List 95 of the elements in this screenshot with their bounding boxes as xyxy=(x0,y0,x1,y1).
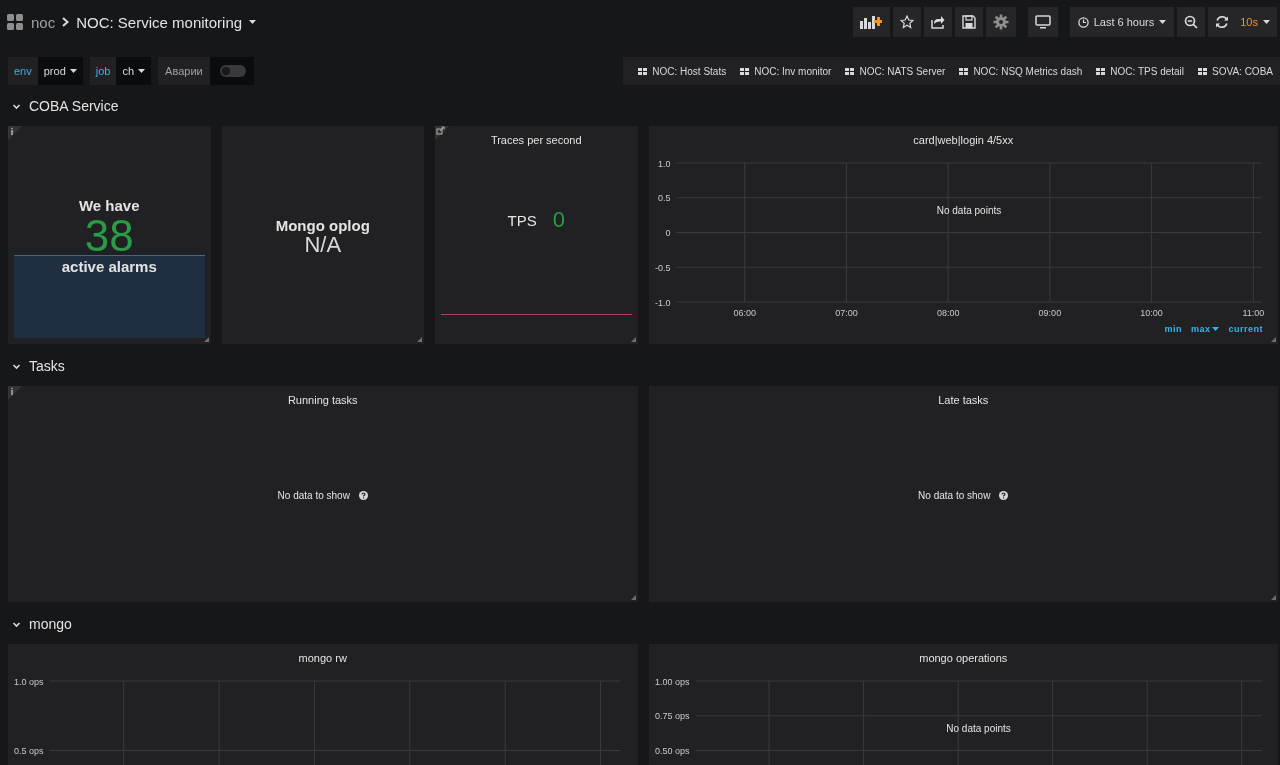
save-icon xyxy=(961,15,976,29)
x-axis-label: 06:00 xyxy=(732,308,756,318)
variable-dropdown[interactable]: prod xyxy=(37,57,83,85)
star-icon xyxy=(899,15,914,29)
toggle-switch[interactable] xyxy=(219,65,246,77)
caret-down-icon xyxy=(69,69,77,73)
help-icon[interactable] xyxy=(358,490,368,500)
stat-value: 38 xyxy=(84,214,134,258)
folder-link[interactable]: noc xyxy=(31,13,56,31)
x-axis-label: 08:00 xyxy=(936,308,959,318)
y-axis-label: 0.5 xyxy=(657,193,670,204)
panel-title[interactable]: Traces per second xyxy=(490,134,582,146)
stat-prefix: Mongo oplog xyxy=(275,216,370,234)
settings-icon xyxy=(992,14,1009,30)
panel-title[interactable]: Late tasks xyxy=(938,394,989,406)
caret-down-icon xyxy=(138,69,146,73)
row-title[interactable]: mongo xyxy=(29,616,72,632)
row-title[interactable]: Tasks xyxy=(29,358,65,374)
x-axis-label: 10:00 xyxy=(1139,308,1163,318)
zoom-out-icon xyxy=(1184,15,1199,29)
resize-handle-icon[interactable] xyxy=(203,337,209,342)
refresh-icon xyxy=(1215,15,1230,29)
y-axis-label: 0 xyxy=(665,228,670,238)
no-data-message: No data to show xyxy=(918,489,991,501)
dashboard-grid-icon[interactable] xyxy=(7,14,23,30)
resize-handle-icon[interactable] xyxy=(1271,595,1276,600)
zoom-out-button[interactable] xyxy=(1177,7,1206,37)
dashboard-link[interactable]: NOC: NATS Server xyxy=(838,65,953,77)
dashboard-link[interactable]: SOVA: COBA xyxy=(1191,65,1280,77)
y-axis-label: -0.5 xyxy=(654,262,670,273)
variable-label: env xyxy=(8,57,38,85)
resize-handle-icon[interactable] xyxy=(417,337,422,342)
grid-icon xyxy=(740,67,750,75)
no-data-message: No data points xyxy=(945,723,1011,734)
monitor-icon xyxy=(1034,15,1051,29)
y-axis-label: -1.0 xyxy=(654,297,670,308)
stat-prefix: TPS xyxy=(507,211,537,229)
caret-down-icon xyxy=(249,20,257,24)
help-icon[interactable] xyxy=(999,490,1009,500)
y-axis-label: 1.00 ops xyxy=(654,676,690,687)
grid-icon xyxy=(959,67,969,75)
clock-icon xyxy=(1077,16,1089,28)
switch-label: Аварии xyxy=(158,57,210,85)
y-axis-label: 0.5 ops xyxy=(14,746,44,756)
share-button[interactable] xyxy=(923,7,952,37)
grid-icon xyxy=(1096,67,1106,75)
dashboard-link[interactable]: NOC: Inv monitor xyxy=(733,65,839,77)
legend-column-header[interactable]: max xyxy=(1190,322,1220,336)
grid-icon xyxy=(1198,67,1208,75)
grid-icon xyxy=(845,67,855,75)
stat-postfix: active alarms xyxy=(61,258,157,275)
resize-handle-icon[interactable] xyxy=(630,337,636,342)
stat-value: N/A xyxy=(304,233,342,256)
x-axis-label: 07:00 xyxy=(834,308,858,318)
time-range-picker[interactable]: Last 6 hours xyxy=(1069,7,1175,37)
stat-value: 0 xyxy=(552,209,565,231)
chevron-right-icon xyxy=(62,17,70,27)
y-axis-label: 0.50 ops xyxy=(654,746,690,756)
panel-title[interactable]: mongo rw xyxy=(298,652,347,664)
panel-title[interactable]: card|web|login 4/5xx xyxy=(913,134,1014,146)
share-icon xyxy=(930,15,945,29)
tv-mode-button[interactable] xyxy=(1027,7,1058,37)
bar-chart-plus-icon xyxy=(860,15,883,29)
resize-handle-icon[interactable] xyxy=(630,595,636,600)
caret-down-icon xyxy=(1159,20,1167,24)
panel-title[interactable]: mongo operations xyxy=(919,652,1008,664)
save-button[interactable] xyxy=(954,7,983,37)
grid-icon xyxy=(638,67,648,75)
dashboard-link[interactable]: NOC: TPS detail xyxy=(1089,65,1192,77)
variable-dropdown[interactable]: ch xyxy=(116,57,152,85)
info-corner-icon[interactable] xyxy=(8,126,22,140)
x-axis-label: 11:00 xyxy=(1241,308,1264,318)
no-data-message: No data points xyxy=(936,205,1001,216)
y-axis-label: 1.0 xyxy=(657,158,670,169)
row-title[interactable]: COBA Service xyxy=(29,98,119,114)
legend-column-header[interactable]: current xyxy=(1228,322,1263,336)
dashboard-title-dropdown[interactable]: NOC: Service monitoring xyxy=(76,13,257,31)
star-button[interactable] xyxy=(892,7,921,37)
resize-handle-icon[interactable] xyxy=(1271,337,1276,342)
caret-down-icon xyxy=(1263,20,1270,24)
variable-label: job xyxy=(89,57,117,85)
add-panel-button[interactable] xyxy=(852,7,890,37)
info-corner-icon[interactable] xyxy=(8,386,22,400)
dashboard-link[interactable]: NOC: Host Stats xyxy=(631,65,734,77)
no-data-message: No data to show xyxy=(277,489,350,501)
stat-prefix: We have xyxy=(78,197,140,214)
link-corner-icon[interactable] xyxy=(435,126,449,140)
x-axis-label: 09:00 xyxy=(1038,308,1061,318)
dashboard-link[interactable]: NOC: NSQ Metrics dash xyxy=(952,65,1090,77)
legend-column-header[interactable]: min xyxy=(1164,322,1182,336)
refresh-picker[interactable]: 10s xyxy=(1208,7,1277,37)
panel-title[interactable]: Running tasks xyxy=(287,394,358,406)
y-axis-label: 1.0 ops xyxy=(14,676,44,687)
settings-button[interactable] xyxy=(985,7,1016,37)
y-axis-label: 0.75 ops xyxy=(654,711,690,722)
